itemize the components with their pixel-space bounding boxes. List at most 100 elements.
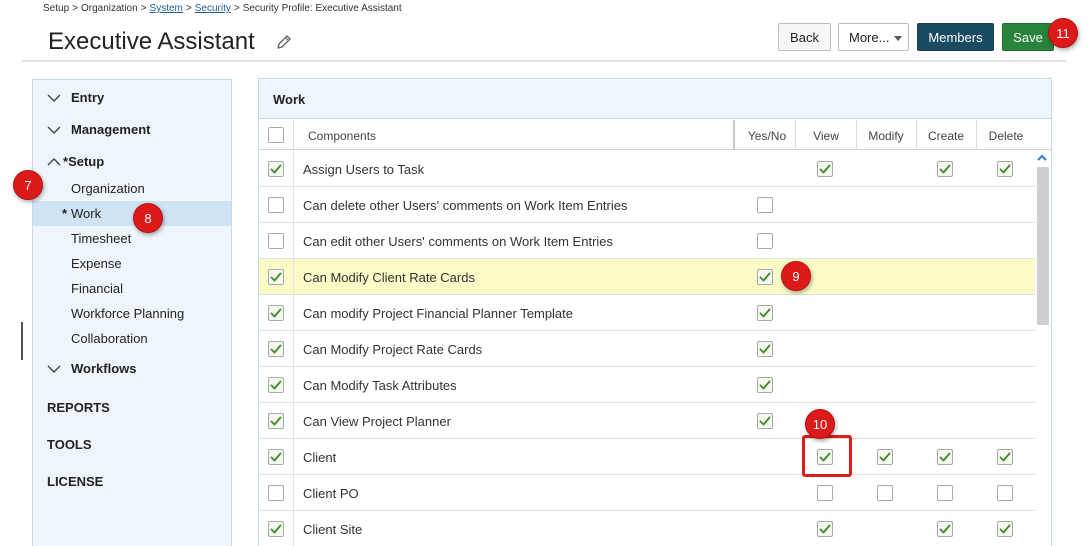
row-select-checkbox[interactable] bbox=[268, 305, 284, 321]
yesno-checkbox[interactable] bbox=[757, 377, 773, 393]
column-resize-handle[interactable] bbox=[733, 120, 735, 150]
sidebar-group-entry[interactable]: Entry bbox=[33, 90, 104, 105]
select-all-checkbox[interactable] bbox=[268, 127, 284, 143]
sidebar-section-license[interactable]: LICENSE bbox=[47, 474, 103, 489]
checkmark-icon bbox=[999, 452, 1011, 462]
yesno-checkbox[interactable] bbox=[757, 413, 773, 429]
delete-checkbox[interactable] bbox=[997, 485, 1013, 501]
column-divider bbox=[293, 511, 294, 546]
sidebar-item-expense[interactable]: Expense bbox=[33, 251, 231, 276]
step-badge-9: 9 bbox=[781, 261, 811, 291]
breadcrumb-separator: > bbox=[233, 3, 240, 14]
breadcrumb-security-link[interactable]: Security bbox=[195, 3, 231, 14]
breadcrumb-organization: Organization bbox=[80, 3, 138, 14]
row-select-checkbox[interactable] bbox=[268, 449, 284, 465]
sidebar-group-label: Workflows bbox=[71, 361, 137, 376]
component-name: Can Modify Project Rate Cards bbox=[303, 342, 483, 357]
column-divider bbox=[293, 259, 294, 295]
breadcrumb-system-link[interactable]: System bbox=[150, 3, 183, 14]
row-select-checkbox[interactable] bbox=[268, 521, 284, 537]
chevron-up-icon[interactable] bbox=[1036, 152, 1048, 164]
modify-checkbox[interactable] bbox=[877, 449, 893, 465]
column-header-components[interactable]: Components bbox=[308, 129, 376, 143]
row-select-checkbox[interactable] bbox=[268, 413, 284, 429]
row-select-checkbox[interactable] bbox=[268, 197, 284, 213]
step-badge-10: 10 bbox=[805, 409, 835, 439]
row-select-checkbox[interactable] bbox=[268, 269, 284, 285]
sidebar-item-work[interactable]: * Work bbox=[33, 201, 231, 226]
yesno-checkbox[interactable] bbox=[757, 341, 773, 357]
members-button[interactable]: Members bbox=[917, 23, 994, 51]
more-dropdown-button[interactable]: More... bbox=[838, 23, 909, 51]
yesno-checkbox[interactable] bbox=[757, 233, 773, 249]
delete-checkbox[interactable] bbox=[997, 161, 1013, 177]
column-divider bbox=[293, 331, 294, 367]
sidebar-group-management[interactable]: Management bbox=[33, 122, 150, 137]
checkmark-icon bbox=[939, 164, 951, 174]
sidebar-item-timesheet[interactable]: Timesheet bbox=[33, 226, 231, 251]
row-select-checkbox[interactable] bbox=[268, 485, 284, 501]
sidebar-item-label: Expense bbox=[71, 256, 122, 271]
component-name: Assign Users to Task bbox=[303, 162, 425, 177]
sidebar-item-label: Work bbox=[71, 206, 102, 221]
table-row: Assign Users to Task bbox=[259, 151, 1037, 187]
save-button[interactable]: Save bbox=[1002, 23, 1054, 51]
sidebar-item-label: Workforce Planning bbox=[71, 306, 185, 321]
column-divider bbox=[293, 223, 294, 259]
sidebar-item-label: Organization bbox=[71, 181, 145, 196]
table-row: Can Modify Project Rate Cards bbox=[259, 331, 1037, 367]
step-badge-7: 7 bbox=[13, 170, 43, 200]
yesno-checkbox[interactable] bbox=[757, 305, 773, 321]
table-row: Client Site bbox=[259, 511, 1037, 546]
row-select-checkbox[interactable] bbox=[268, 341, 284, 357]
back-button[interactable]: Back bbox=[778, 23, 831, 51]
pencil-icon[interactable] bbox=[274, 32, 294, 52]
sidebar-group-workflows[interactable]: Workflows bbox=[33, 361, 137, 376]
column-divider bbox=[293, 187, 294, 223]
sidebar-group-label: Management bbox=[71, 122, 151, 137]
step-badge-8: 8 bbox=[133, 203, 163, 233]
view-checkbox[interactable] bbox=[817, 161, 833, 177]
create-checkbox[interactable] bbox=[937, 485, 953, 501]
view-checkbox[interactable] bbox=[817, 485, 833, 501]
yesno-checkbox[interactable] bbox=[757, 197, 773, 213]
row-select-checkbox[interactable] bbox=[268, 233, 284, 249]
view-checkbox[interactable] bbox=[817, 521, 833, 537]
client-view-highlight bbox=[802, 435, 852, 477]
sidebar-group-setup[interactable]: * Setup bbox=[33, 154, 104, 169]
sidebar-section-tools[interactable]: TOOLS bbox=[47, 437, 92, 452]
sidebar-section-reports[interactable]: REPORTS bbox=[47, 400, 110, 415]
checkmark-icon bbox=[270, 380, 282, 390]
create-checkbox[interactable] bbox=[937, 161, 953, 177]
sidebar-item-workforce-planning[interactable]: Workforce Planning bbox=[33, 301, 231, 326]
page-title: Executive Assistant bbox=[48, 28, 255, 55]
table-header: Components Yes/No View Modify Create Del… bbox=[259, 120, 1051, 150]
sidebar-item-label: Financial bbox=[71, 281, 124, 296]
scrollbar-thumb[interactable] bbox=[1037, 167, 1049, 325]
checkmark-icon bbox=[270, 272, 282, 282]
panel-title: Work bbox=[273, 92, 306, 107]
modify-checkbox[interactable] bbox=[877, 485, 893, 501]
sidebar-item-financial[interactable]: Financial bbox=[33, 276, 231, 301]
table-row: Client bbox=[259, 439, 1037, 475]
delete-checkbox[interactable] bbox=[997, 449, 1013, 465]
breadcrumb-separator: > bbox=[72, 3, 78, 14]
yesno-checkbox[interactable] bbox=[757, 269, 773, 285]
sidebar-group-label: Entry bbox=[71, 90, 105, 105]
row-select-checkbox[interactable] bbox=[268, 161, 284, 177]
chevron-down-icon bbox=[47, 94, 61, 102]
checkmark-icon bbox=[270, 308, 282, 318]
create-checkbox[interactable] bbox=[937, 449, 953, 465]
row-select-checkbox[interactable] bbox=[268, 377, 284, 393]
sidebar-item-collaboration[interactable]: Collaboration bbox=[33, 326, 231, 351]
checkmark-icon bbox=[939, 524, 951, 534]
create-checkbox[interactable] bbox=[937, 521, 953, 537]
delete-checkbox[interactable] bbox=[997, 521, 1013, 537]
sidebar-item-organization[interactable]: Organization bbox=[33, 176, 231, 201]
column-divider bbox=[293, 151, 294, 187]
checkmark-icon bbox=[759, 272, 771, 282]
checkmark-icon bbox=[759, 344, 771, 354]
resize-handle[interactable] bbox=[21, 322, 23, 360]
column-header-delete: Delete bbox=[988, 129, 1024, 143]
checkmark-icon bbox=[759, 308, 771, 318]
